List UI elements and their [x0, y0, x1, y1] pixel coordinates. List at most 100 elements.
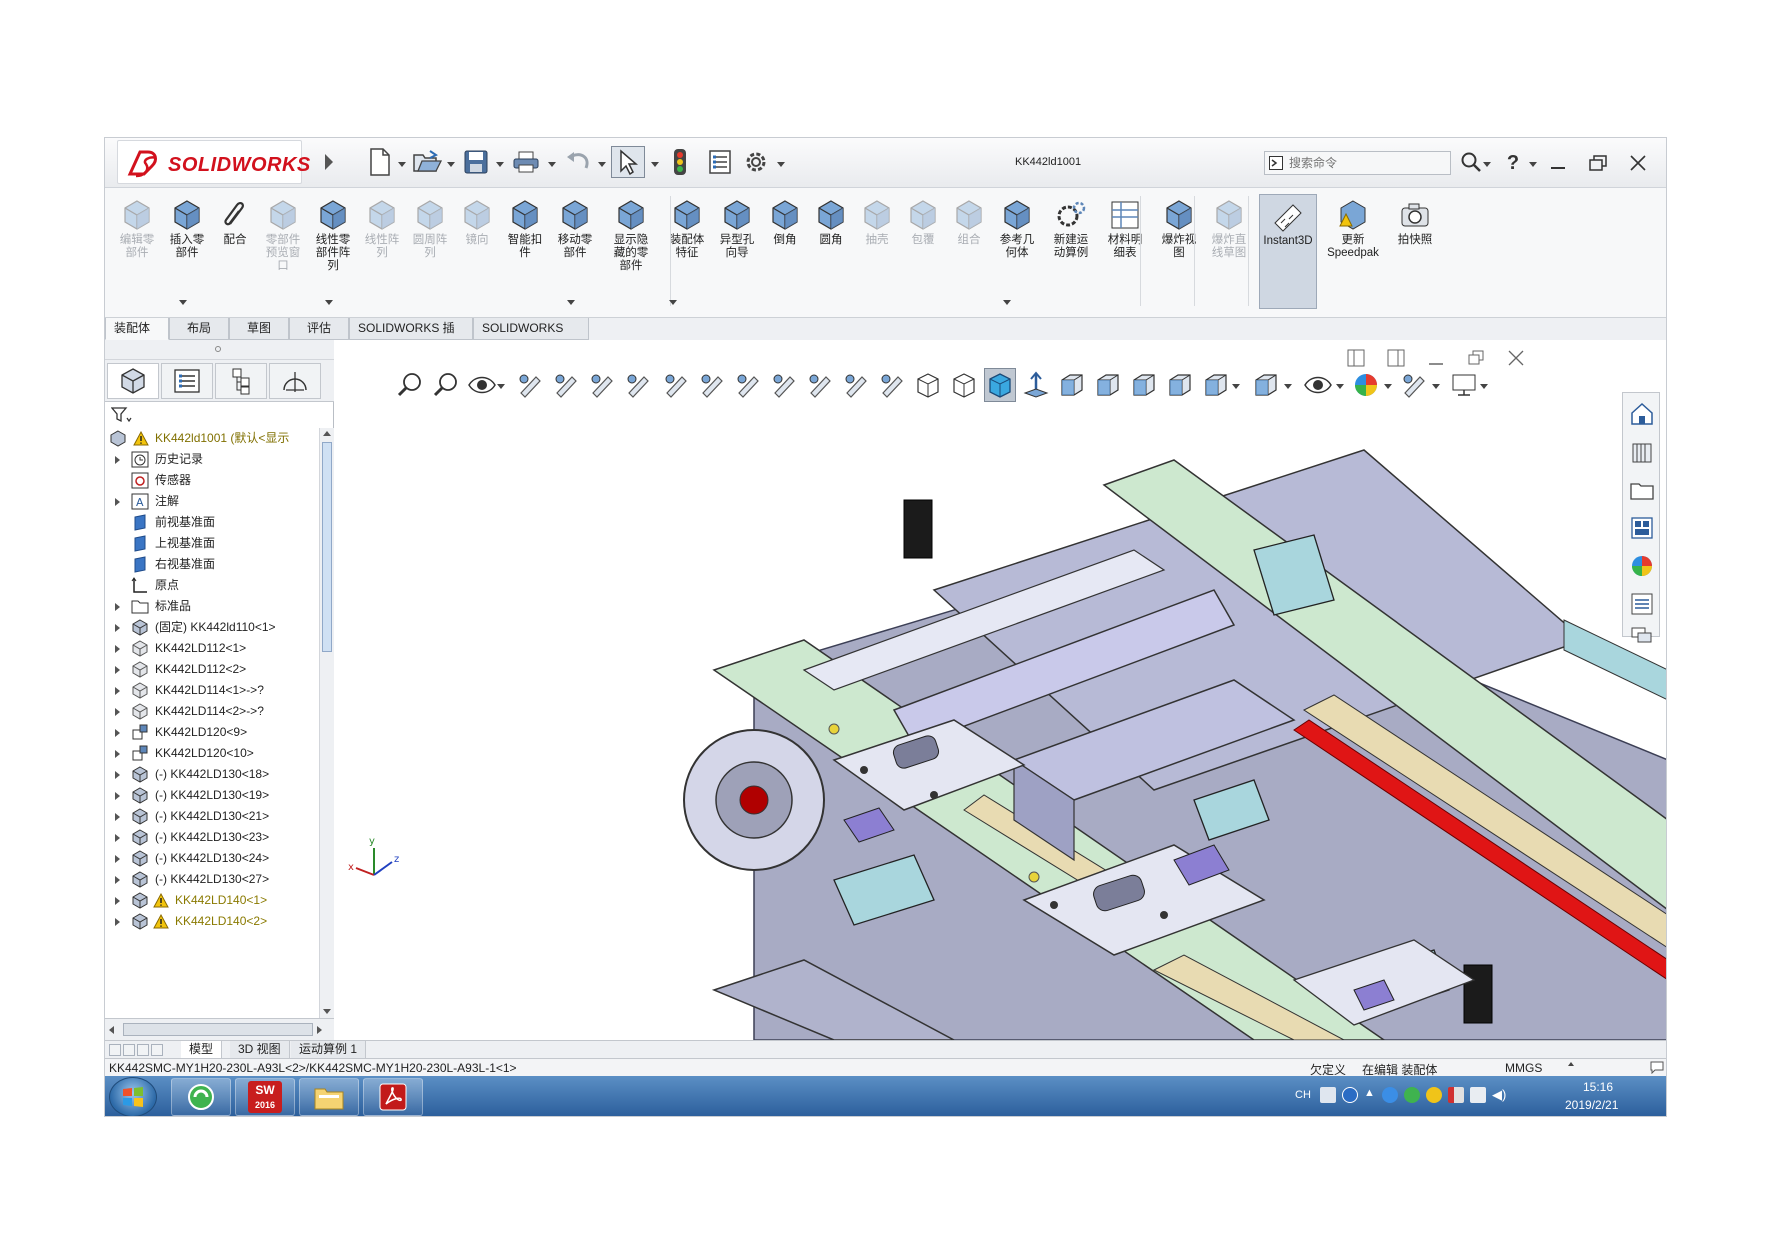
action-center-flag-icon[interactable]	[1448, 1087, 1464, 1103]
open-button[interactable]	[410, 146, 444, 178]
start-button[interactable]	[109, 1077, 157, 1116]
expand-arrow-icon[interactable]	[115, 750, 120, 758]
tray-expand-icon[interactable]: ▲	[1364, 1087, 1376, 1103]
monitor-button[interactable]	[1448, 368, 1480, 402]
tree-item[interactable]: A 注解	[105, 491, 319, 512]
tree-item[interactable]: 传感器	[105, 470, 319, 491]
open-dropdown-caret[interactable]	[447, 162, 455, 167]
help-dropdown-caret[interactable]	[1529, 162, 1537, 167]
expand-arrow-icon[interactable]	[115, 918, 120, 926]
file-properties-button[interactable]	[703, 146, 737, 178]
ribbon-button-fillet[interactable]: 圆角	[809, 194, 853, 309]
expand-arrow-icon[interactable]	[115, 645, 120, 653]
tab-sketch[interactable]: 草图	[229, 318, 289, 340]
expand-arrow-icon[interactable]	[115, 624, 120, 632]
clock-time[interactable]: 15:16	[1583, 1080, 1613, 1094]
tree-item[interactable]: KK442LD114<1>->?	[105, 680, 319, 701]
tree-scrollbar[interactable]	[319, 428, 334, 1018]
expand-arrow-icon[interactable]	[115, 792, 120, 800]
options-dropdown-caret[interactable]	[777, 162, 785, 167]
viewport-close-icon[interactable]	[1506, 348, 1526, 368]
horizontal-scrollbar[interactable]	[105, 1018, 334, 1040]
tree-item[interactable]: 历史记录	[105, 449, 319, 470]
hud-dropdown-caret[interactable]	[497, 384, 505, 389]
ribbon-button-show-hidden[interactable]: 显示隐 藏的零 部件	[607, 194, 655, 309]
edit-appearance-button[interactable]	[804, 368, 836, 402]
ribbon-button-move-component[interactable]: 移动零 部件	[551, 194, 599, 309]
trimetric-button[interactable]	[948, 368, 980, 402]
hud-dropdown-caret[interactable]	[1284, 384, 1292, 389]
tree-item[interactable]: KK442LD140<1>	[105, 890, 319, 911]
graphics-area[interactable]: y x z	[334, 340, 1666, 1040]
front-view-button[interactable]	[1056, 368, 1088, 402]
appearances-button[interactable]	[1627, 551, 1657, 581]
rotate-view-button[interactable]	[660, 368, 692, 402]
tree-item[interactable]: KK442LD140<2>	[105, 911, 319, 932]
viewport-minimize-icon[interactable]	[1426, 348, 1446, 368]
ribbon-button-exploded-view[interactable]: 爆炸视 图	[1155, 194, 1203, 309]
tab-scroll-arrows[interactable]	[109, 1044, 173, 1056]
ribbon-button-instant3d[interactable]: Instant3D	[1259, 194, 1317, 309]
hide-show-button[interactable]	[768, 368, 800, 402]
view-palette-button[interactable]	[1627, 513, 1657, 543]
zoom-area-button[interactable]	[430, 368, 462, 402]
hud-dropdown-caret[interactable]	[1232, 384, 1240, 389]
display-style-button[interactable]	[732, 368, 764, 402]
viewport-restore-icon[interactable]	[1466, 348, 1486, 368]
ribbon-button-linear-pattern[interactable]: 线性零 部件阵 列	[309, 194, 357, 309]
ribbon-button-linear-array[interactable]: 线性阵 列	[359, 194, 405, 309]
tree-item[interactable]: KK442LD112<2>	[105, 659, 319, 680]
scroll-down-arrow[interactable]	[323, 1009, 331, 1014]
expand-arrow-icon[interactable]	[115, 771, 120, 779]
reference-geometry-caret[interactable]	[1003, 300, 1011, 305]
minimize-button[interactable]	[1543, 148, 1573, 178]
volume-tray-icon[interactable]: ◀)	[1492, 1087, 1508, 1103]
new-dropdown-caret[interactable]	[398, 162, 406, 167]
tab-model[interactable]: 模型	[181, 1041, 223, 1059]
tree-root[interactable]: KK442ld1001 (默认<显示	[105, 428, 319, 449]
left-view-button[interactable]	[1128, 368, 1160, 402]
tab-configuration-manager[interactable]	[215, 363, 267, 399]
command-search-box[interactable]	[1264, 151, 1451, 175]
view-orientation-button[interactable]	[586, 368, 618, 402]
network-globe-tray-icon[interactable]	[1382, 1087, 1398, 1103]
file-explorer-button[interactable]	[1627, 475, 1657, 505]
solidworks-resources-button[interactable]	[1627, 399, 1657, 429]
print-dropdown-caret[interactable]	[548, 162, 556, 167]
custom-properties-button[interactable]	[1627, 589, 1657, 619]
ribbon-button-speedpak-warning[interactable]: 更新 Speedpak	[1323, 194, 1383, 309]
ribbon-button-wrap[interactable]: 包覆	[901, 194, 945, 309]
scene-button[interactable]	[1398, 368, 1430, 402]
tab-layout[interactable]: 布局	[169, 318, 229, 340]
tab-motion-study-1[interactable]: 运动算例 1	[291, 1041, 367, 1059]
shaded-cube-button[interactable]	[984, 368, 1016, 402]
expand-arrow-icon[interactable]	[115, 666, 120, 674]
tree-item[interactable]: KK442LD114<2>->?	[105, 701, 319, 722]
hide-items-button[interactable]	[1302, 368, 1334, 402]
tree-item[interactable]: KK442LD120<10>	[105, 743, 319, 764]
tab-3d-views[interactable]: 3D 视图	[230, 1041, 290, 1059]
viewport-split-right-icon[interactable]	[1386, 348, 1406, 368]
undo-button[interactable]	[561, 146, 595, 178]
apply-scene-button[interactable]	[840, 368, 872, 402]
scroll-right-arrow[interactable]	[317, 1026, 322, 1034]
tree-item[interactable]: (-) KK442LD130<21>	[105, 806, 319, 827]
solidworks-logo[interactable]: SOLIDWORKS	[117, 140, 310, 184]
move-component-caret[interactable]	[567, 300, 575, 305]
view-settings-button[interactable]	[876, 368, 908, 402]
browser-tray-icon[interactable]	[1404, 1087, 1420, 1103]
tree-filter-button[interactable]	[110, 406, 133, 426]
ribbon-button-mirror[interactable]: 镜向	[455, 194, 499, 309]
tree-item[interactable]: (-) KK442LD130<24>	[105, 848, 319, 869]
units-caret[interactable]	[1568, 1062, 1574, 1066]
undo-dropdown-caret[interactable]	[598, 162, 606, 167]
tree-item[interactable]: (-) KK442LD130<27>	[105, 869, 319, 890]
ribbon-button-reference-geometry[interactable]: 参考几 何体	[993, 194, 1041, 309]
search-input[interactable]	[1289, 154, 1429, 172]
forum-button[interactable]	[1627, 625, 1657, 645]
tree-item[interactable]: 上视基准面	[105, 533, 319, 554]
expand-arrow-icon[interactable]	[115, 498, 120, 506]
previous-view-button[interactable]	[466, 368, 498, 402]
taskbar-browser[interactable]	[171, 1078, 231, 1116]
ribbon-button-chamfer[interactable]: 倒角	[763, 194, 807, 309]
